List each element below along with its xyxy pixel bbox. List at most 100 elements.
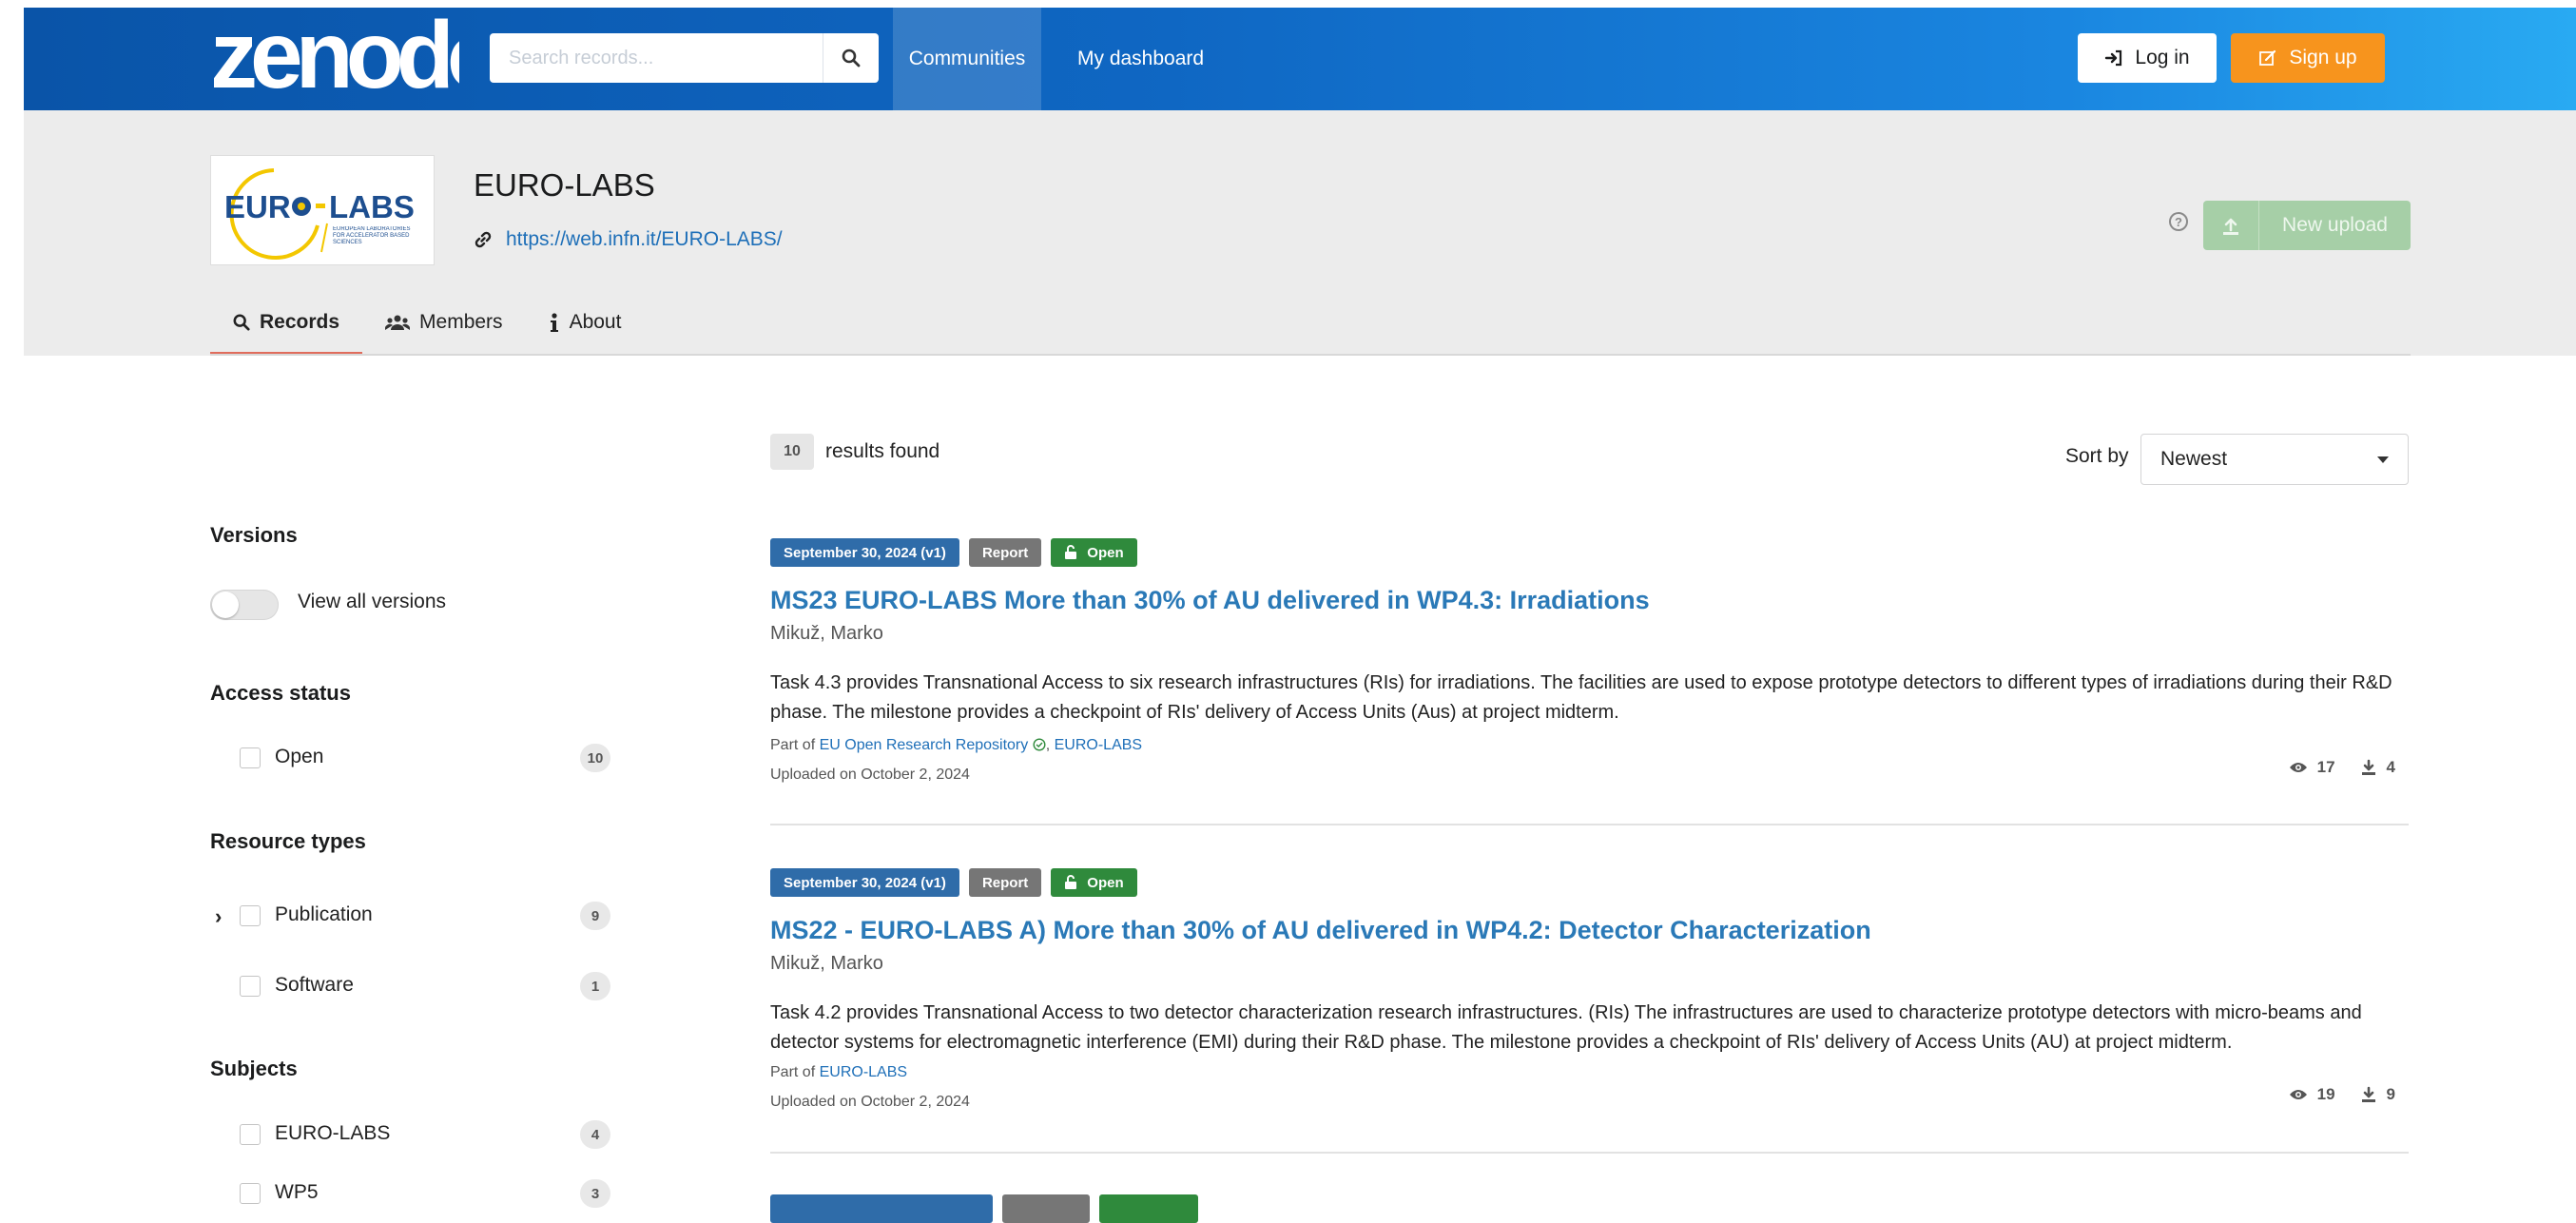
zenodo-logo[interactable]: zenodo xyxy=(210,13,459,105)
tab-members[interactable]: Members xyxy=(362,293,526,352)
access-label: Open xyxy=(1087,544,1124,561)
record-uploaded-date: Uploaded on October 2, 2024 xyxy=(770,1094,970,1110)
downloads-stat: 9 xyxy=(2360,1085,2395,1104)
search-bar xyxy=(490,33,901,83)
svg-text:LABS: LABS xyxy=(329,189,415,224)
community-link-euro-labs[interactable]: EURO-LABS xyxy=(1055,737,1142,753)
signup-button[interactable]: Sign up xyxy=(2231,33,2385,83)
part-of-separator: , xyxy=(1045,737,1051,753)
link-icon xyxy=(475,231,492,248)
facet-resource-software[interactable]: Software 1 xyxy=(240,972,610,1000)
unlock-icon xyxy=(1065,875,1077,889)
record-stats: 19 9 xyxy=(2289,1085,2395,1104)
views-count: 17 xyxy=(2316,758,2335,776)
tab-members-label: Members xyxy=(419,311,503,333)
facet-subject-euro-labs[interactable]: EURO-LABS 4 xyxy=(240,1120,610,1149)
record-labels: September 30, 2024 (v1) Report Open xyxy=(770,868,2409,897)
record-divider xyxy=(770,1152,2409,1154)
facet-access-open[interactable]: Open 10 xyxy=(240,744,610,772)
search-button[interactable] xyxy=(823,33,879,83)
top-navbar: zenodo Communities My dashboard Log in S… xyxy=(24,8,2576,110)
info-icon xyxy=(550,313,558,332)
record-title[interactable]: MS22 - EURO-LABS A) More than 30% of AU … xyxy=(770,916,1871,945)
caret-down-icon xyxy=(2377,456,2389,463)
record-date-label: September 30, 2024 (v1) xyxy=(770,538,959,567)
help-icon[interactable]: ? xyxy=(2169,212,2188,231)
facet-count: 9 xyxy=(580,902,610,930)
chevron-right-icon[interactable]: › xyxy=(215,904,222,929)
record-part-of: Part of EU Open Research Repository , EU… xyxy=(770,737,1142,754)
download-icon xyxy=(2361,1086,2375,1102)
subjects-heading: Subjects xyxy=(210,1057,298,1080)
community-link-euro-labs[interactable]: EURO-LABS xyxy=(820,1064,907,1080)
signup-label: Sign up xyxy=(2289,47,2357,68)
upload-icon xyxy=(2203,201,2259,250)
search-input[interactable] xyxy=(490,33,823,83)
access-open-label: Open xyxy=(1051,538,1137,567)
sign-in-icon xyxy=(2105,49,2122,67)
record-divider xyxy=(770,824,2409,825)
nav-my-dashboard[interactable]: My dashboard xyxy=(1060,8,1221,110)
record-description: Task 4.3 provides Transnational Access t… xyxy=(770,672,2392,723)
left-margin xyxy=(0,0,24,1198)
access-open-label xyxy=(1099,1194,1198,1223)
tab-about[interactable]: About xyxy=(526,293,645,352)
facet-subject-wp5[interactable]: WP5 3 xyxy=(240,1179,610,1208)
tab-records[interactable]: Records xyxy=(210,293,363,355)
new-upload-button[interactable]: New upload xyxy=(2203,201,2411,250)
facet-label: WP5 xyxy=(275,1181,319,1203)
download-icon xyxy=(2361,759,2375,775)
community-title: EURO-LABS xyxy=(474,167,655,203)
downloads-count: 9 xyxy=(2386,1085,2395,1103)
tab-about-label: About xyxy=(569,311,622,333)
results-count-badge: 10 xyxy=(770,434,814,470)
record-part-of: Part of EURO-LABS xyxy=(770,1064,907,1081)
edit-icon xyxy=(2259,49,2276,66)
facet-checkbox[interactable] xyxy=(240,976,261,997)
search-icon xyxy=(842,49,861,68)
zenodo-logo-icon: zenodo xyxy=(210,15,459,103)
record-labels: September 30, 2024 (v1) Report Open xyxy=(770,538,2409,567)
unlock-icon xyxy=(1065,545,1077,559)
community-logo: EUR LABS EUROPEAN LABORATORIES FOR ACCEL… xyxy=(210,155,435,265)
community-tabs: Records Members About xyxy=(210,293,644,356)
facet-count: 1 xyxy=(580,972,610,1000)
login-button[interactable]: Log in xyxy=(2078,33,2217,83)
eye-icon xyxy=(2289,763,2307,772)
view-all-versions-toggle[interactable] xyxy=(210,590,279,620)
community-link[interactable]: https://web.infn.it/EURO-LABS/ xyxy=(474,228,783,251)
sort-label: Sort by xyxy=(2065,445,2129,467)
facet-checkbox[interactable] xyxy=(240,747,261,768)
facet-resource-publication[interactable]: Publication 9 xyxy=(240,902,610,930)
facet-count: 3 xyxy=(580,1179,610,1208)
facet-label: Publication xyxy=(275,903,373,925)
facet-checkbox[interactable] xyxy=(240,905,261,926)
sort-value: Newest xyxy=(2160,448,2228,470)
results-summary: 10 results found xyxy=(770,434,939,470)
part-of-prefix: Part of xyxy=(770,737,816,753)
verified-icon xyxy=(1033,738,1046,751)
views-stat: 17 xyxy=(2289,758,2335,777)
record-type-label xyxy=(1002,1194,1090,1223)
record-date-label xyxy=(770,1194,993,1223)
facet-label: Software xyxy=(275,974,354,996)
top-margin xyxy=(24,0,2576,8)
record-item-partial xyxy=(770,1194,2409,1223)
view-all-versions-label: View all versions xyxy=(298,591,447,612)
part-of-prefix: Part of xyxy=(770,1064,816,1080)
record-author[interactable]: Mikuž, Marko xyxy=(770,953,883,975)
facet-checkbox[interactable] xyxy=(240,1183,261,1204)
community-link-eu-open[interactable]: EU Open Research Repository xyxy=(820,737,1029,753)
record-item: September 30, 2024 (v1) Report Open MS23… xyxy=(770,538,2409,783)
nav-communities[interactable]: Communities xyxy=(893,8,1041,110)
community-header: EUR LABS EUROPEAN LABORATORIES FOR ACCEL… xyxy=(24,110,2576,356)
search-icon xyxy=(233,314,250,331)
record-author[interactable]: Mikuž, Marko xyxy=(770,623,883,645)
record-title[interactable]: MS23 EURO-LABS More than 30% of AU deliv… xyxy=(770,586,1650,615)
views-count: 19 xyxy=(2316,1085,2335,1103)
facet-checkbox[interactable] xyxy=(240,1124,261,1145)
tabs-divider xyxy=(210,354,2411,356)
sort-dropdown[interactable]: Newest xyxy=(2140,434,2409,485)
facet-label: Open xyxy=(275,746,324,767)
access-status-heading: Access status xyxy=(210,681,351,705)
